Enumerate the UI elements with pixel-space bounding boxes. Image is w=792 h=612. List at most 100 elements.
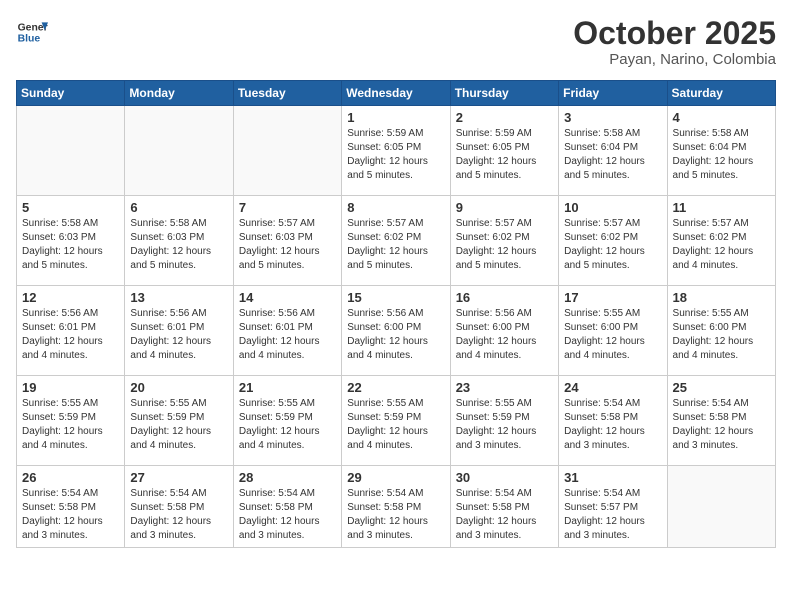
- calendar-cell: 30 Sunrise: 5:54 AM Sunset: 5:58 PM Dayli…: [450, 466, 558, 548]
- calendar-cell: 2 Sunrise: 5:59 AM Sunset: 6:05 PM Daylig…: [450, 106, 558, 196]
- calendar-cell: 4 Sunrise: 5:58 AM Sunset: 6:04 PM Daylig…: [667, 106, 775, 196]
- weekday-header-sunday: Sunday: [17, 81, 125, 106]
- calendar-cell: 18 Sunrise: 5:55 AM Sunset: 6:00 PM Dayli…: [667, 286, 775, 376]
- day-number: 10: [564, 200, 661, 215]
- day-number: 13: [130, 290, 227, 305]
- day-number: 5: [22, 200, 119, 215]
- calendar-cell: 21 Sunrise: 5:55 AM Sunset: 5:59 PM Dayli…: [233, 376, 341, 466]
- day-info: Sunrise: 5:55 AM Sunset: 5:59 PM Dayligh…: [456, 397, 553, 453]
- calendar-cell: 12 Sunrise: 5:56 AM Sunset: 6:01 PM Dayli…: [17, 286, 125, 376]
- day-info: Sunrise: 5:55 AM Sunset: 5:59 PM Dayligh…: [239, 397, 336, 453]
- day-info: Sunrise: 5:56 AM Sunset: 6:00 PM Dayligh…: [347, 307, 444, 363]
- logo: General Blue: [16, 16, 48, 48]
- day-info: Sunrise: 5:58 AM Sunset: 6:03 PM Dayligh…: [130, 217, 227, 273]
- calendar-cell: 15 Sunrise: 5:56 AM Sunset: 6:00 PM Dayli…: [342, 286, 450, 376]
- day-info: Sunrise: 5:55 AM Sunset: 5:59 PM Dayligh…: [22, 397, 119, 453]
- day-number: 8: [347, 200, 444, 215]
- day-number: 6: [130, 200, 227, 215]
- day-number: 19: [22, 380, 119, 395]
- day-number: 2: [456, 110, 553, 125]
- calendar-cell: 23 Sunrise: 5:55 AM Sunset: 5:59 PM Dayli…: [450, 376, 558, 466]
- day-info: Sunrise: 5:54 AM Sunset: 5:58 PM Dayligh…: [22, 487, 119, 543]
- calendar-cell: 27Sunrise: 5:54 AM Sunset: 5:58 PM Dayli…: [125, 466, 233, 548]
- calendar-cell: 6 Sunrise: 5:58 AM Sunset: 6:03 PM Daylig…: [125, 196, 233, 286]
- day-info: Sunrise: 5:55 AM Sunset: 6:00 PM Dayligh…: [673, 307, 770, 363]
- day-number: 31: [564, 470, 661, 485]
- day-info: Sunrise: 5:57 AM Sunset: 6:02 PM Dayligh…: [673, 217, 770, 273]
- calendar-cell: 7 Sunrise: 5:57 AM Sunset: 6:03 PM Daylig…: [233, 196, 341, 286]
- day-number: 26: [22, 470, 119, 485]
- day-info: Sunrise: 5:55 AM Sunset: 5:59 PM Dayligh…: [130, 397, 227, 453]
- calendar-week-row: 19 Sunrise: 5:55 AM Sunset: 5:59 PM Dayli…: [17, 376, 776, 466]
- calendar-cell: 3 Sunrise: 5:58 AM Sunset: 6:04 PM Daylig…: [559, 106, 667, 196]
- day-number: 30: [456, 470, 553, 485]
- calendar-cell: 26 Sunrise: 5:54 AM Sunset: 5:58 PM Dayli…: [17, 466, 125, 548]
- day-number: 3: [564, 110, 661, 125]
- day-info: Sunrise: 5:56 AM Sunset: 6:01 PM Dayligh…: [130, 307, 227, 363]
- calendar-table: SundayMondayTuesdayWednesdayThursdayFrid…: [16, 80, 776, 548]
- day-info: Sunrise: 5:56 AM Sunset: 6:01 PM Dayligh…: [239, 307, 336, 363]
- day-number: 23: [456, 380, 553, 395]
- weekday-header-friday: Friday: [559, 81, 667, 106]
- day-info: Sunrise: 5:54 AM Sunset: 5:58 PM Dayligh…: [347, 487, 444, 543]
- calendar-week-row: 12 Sunrise: 5:56 AM Sunset: 6:01 PM Dayli…: [17, 286, 776, 376]
- day-info: Sunrise: 5:54 AM Sunset: 5:58 PM Dayligh…: [130, 487, 227, 543]
- day-info: Sunrise: 5:56 AM Sunset: 6:01 PM Dayligh…: [22, 307, 119, 363]
- weekday-header-row: SundayMondayTuesdayWednesdayThursdayFrid…: [17, 81, 776, 106]
- calendar-cell: 22 Sunrise: 5:55 AM Sunset: 5:59 PM Dayli…: [342, 376, 450, 466]
- day-info: Sunrise: 5:59 AM Sunset: 6:05 PM Dayligh…: [347, 127, 444, 183]
- calendar-cell: 1Sunrise: 5:59 AM Sunset: 6:05 PM Daylig…: [342, 106, 450, 196]
- calendar-cell: 16Sunrise: 5:56 AM Sunset: 6:00 PM Dayli…: [450, 286, 558, 376]
- day-number: 22: [347, 380, 444, 395]
- calendar-cell: [667, 466, 775, 548]
- day-info: Sunrise: 5:58 AM Sunset: 6:03 PM Dayligh…: [22, 217, 119, 273]
- day-number: 16: [456, 290, 553, 305]
- day-number: 18: [673, 290, 770, 305]
- page-header: General Blue October 2025 Payan, Narino,…: [16, 16, 776, 68]
- day-number: 28: [239, 470, 336, 485]
- day-info: Sunrise: 5:58 AM Sunset: 6:04 PM Dayligh…: [673, 127, 770, 183]
- calendar-cell: 17 Sunrise: 5:55 AM Sunset: 6:00 PM Dayli…: [559, 286, 667, 376]
- day-number: 7: [239, 200, 336, 215]
- weekday-header-thursday: Thursday: [450, 81, 558, 106]
- calendar-cell: 14Sunrise: 5:56 AM Sunset: 6:01 PM Dayli…: [233, 286, 341, 376]
- weekday-header-tuesday: Tuesday: [233, 81, 341, 106]
- day-info: Sunrise: 5:57 AM Sunset: 6:03 PM Dayligh…: [239, 217, 336, 273]
- calendar-week-row: 5 Sunrise: 5:58 AM Sunset: 6:03 PM Daylig…: [17, 196, 776, 286]
- calendar-cell: [17, 106, 125, 196]
- calendar-cell: 9 Sunrise: 5:57 AM Sunset: 6:02 PM Daylig…: [450, 196, 558, 286]
- weekday-header-saturday: Saturday: [667, 81, 775, 106]
- logo-icon: General Blue: [16, 16, 48, 48]
- calendar-cell: 19 Sunrise: 5:55 AM Sunset: 5:59 PM Dayli…: [17, 376, 125, 466]
- location-title: Payan, Narino, Colombia: [573, 51, 776, 68]
- day-info: Sunrise: 5:55 AM Sunset: 6:00 PM Dayligh…: [564, 307, 661, 363]
- day-number: 21: [239, 380, 336, 395]
- calendar-cell: 11 Sunrise: 5:57 AM Sunset: 6:02 PM Dayli…: [667, 196, 775, 286]
- day-info: Sunrise: 5:54 AM Sunset: 5:58 PM Dayligh…: [456, 487, 553, 543]
- month-title: October 2025: [573, 16, 776, 51]
- day-number: 4: [673, 110, 770, 125]
- day-number: 29: [347, 470, 444, 485]
- day-info: Sunrise: 5:58 AM Sunset: 6:04 PM Dayligh…: [564, 127, 661, 183]
- day-info: Sunrise: 5:54 AM Sunset: 5:57 PM Dayligh…: [564, 487, 661, 543]
- day-info: Sunrise: 5:55 AM Sunset: 5:59 PM Dayligh…: [347, 397, 444, 453]
- day-number: 17: [564, 290, 661, 305]
- day-number: 9: [456, 200, 553, 215]
- calendar-week-row: 26 Sunrise: 5:54 AM Sunset: 5:58 PM Dayli…: [17, 466, 776, 548]
- calendar-cell: 25Sunrise: 5:54 AM Sunset: 5:58 PM Dayli…: [667, 376, 775, 466]
- day-info: Sunrise: 5:57 AM Sunset: 6:02 PM Dayligh…: [456, 217, 553, 273]
- calendar-cell: 24 Sunrise: 5:54 AM Sunset: 5:58 PM Dayli…: [559, 376, 667, 466]
- svg-text:Blue: Blue: [18, 34, 41, 45]
- day-number: 11: [673, 200, 770, 215]
- day-number: 24: [564, 380, 661, 395]
- day-info: Sunrise: 5:54 AM Sunset: 5:58 PM Dayligh…: [564, 397, 661, 453]
- calendar-cell: 8 Sunrise: 5:57 AM Sunset: 6:02 PM Daylig…: [342, 196, 450, 286]
- day-info: Sunrise: 5:54 AM Sunset: 5:58 PM Dayligh…: [673, 397, 770, 453]
- calendar-cell: [233, 106, 341, 196]
- day-info: Sunrise: 5:54 AM Sunset: 5:58 PM Dayligh…: [239, 487, 336, 543]
- day-number: 12: [22, 290, 119, 305]
- day-info: Sunrise: 5:59 AM Sunset: 6:05 PM Dayligh…: [456, 127, 553, 183]
- day-info: Sunrise: 5:57 AM Sunset: 6:02 PM Dayligh…: [347, 217, 444, 273]
- calendar-cell: 28 Sunrise: 5:54 AM Sunset: 5:58 PM Dayli…: [233, 466, 341, 548]
- day-number: 15: [347, 290, 444, 305]
